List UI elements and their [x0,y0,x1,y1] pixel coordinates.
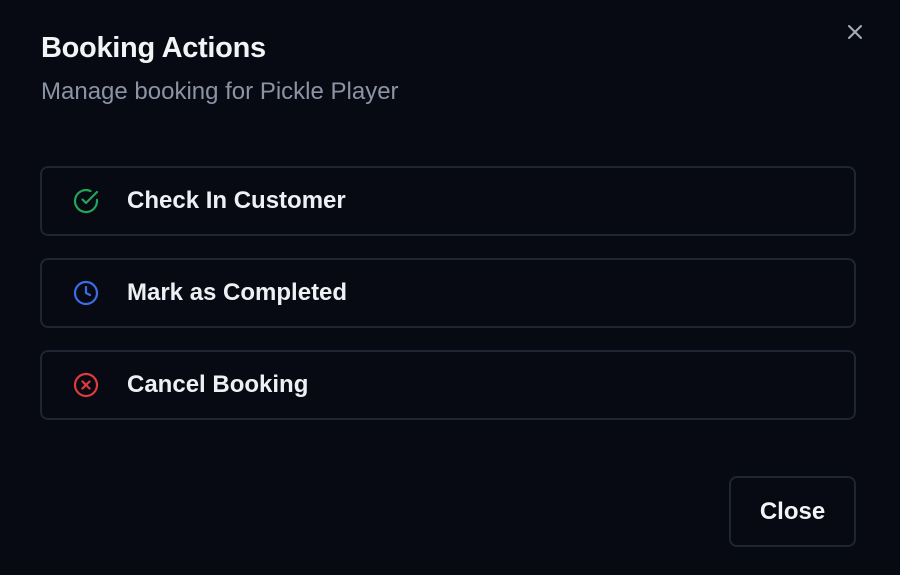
clock-icon [72,279,100,307]
check-in-customer-label: Check In Customer [127,187,346,214]
booking-actions-dialog: Booking Actions Manage booking for Pickl… [0,0,900,575]
check-in-customer-button[interactable]: Check In Customer [40,166,856,236]
close-button[interactable]: Close [729,476,856,547]
x-circle-icon [72,371,100,399]
cancel-booking-button[interactable]: Cancel Booking [40,350,856,420]
dialog-title: Booking Actions [41,32,266,64]
mark-as-completed-button[interactable]: Mark as Completed [40,258,856,328]
cancel-booking-label: Cancel Booking [127,371,309,398]
action-list: Check In Customer Mark as Completed Canc… [40,166,856,420]
mark-as-completed-label: Mark as Completed [127,279,348,306]
dialog-subtitle: Manage booking for Pickle Player [41,78,399,105]
check-circle-icon [72,187,100,215]
close-icon[interactable] [843,20,867,44]
